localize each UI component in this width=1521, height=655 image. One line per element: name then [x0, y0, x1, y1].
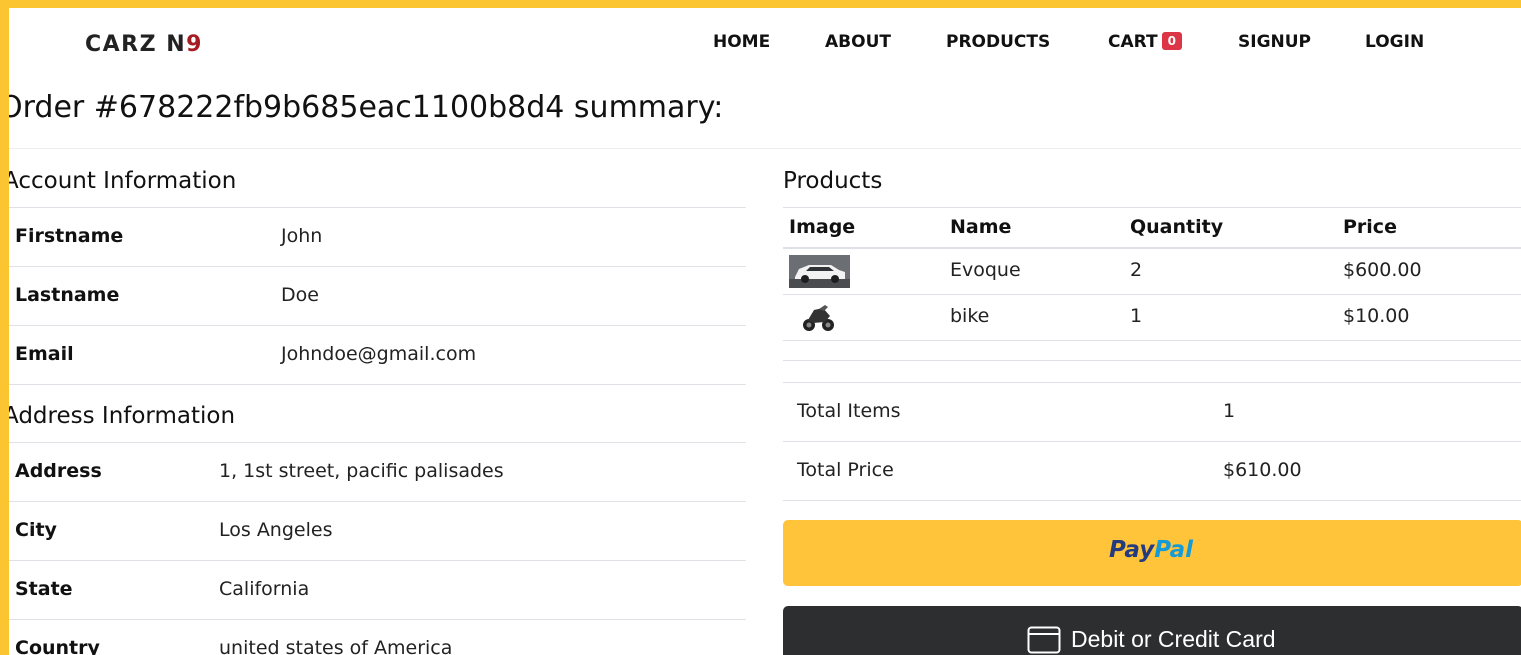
- column-header-price: Price: [1343, 216, 1397, 238]
- row-label: State: [15, 578, 73, 600]
- row-value: California: [219, 578, 310, 600]
- paypal-logo-pal: Pal: [1154, 537, 1193, 563]
- column-header-name: Name: [950, 216, 1012, 238]
- table-row: City Los Angeles: [9, 501, 746, 560]
- table-row: Address 1, 1st street, pacific palisades: [9, 442, 746, 501]
- row-label: Lastname: [15, 284, 120, 306]
- table-row: Firstname John: [9, 207, 746, 266]
- page-title: Order #678222fb9b685eac1100b8d4 summary:: [9, 90, 724, 125]
- row-label: City: [15, 519, 57, 541]
- total-items-value: 1: [1223, 400, 1236, 422]
- row-value: Johndoe@gmail.com: [281, 343, 477, 365]
- row-label: Address: [15, 460, 102, 482]
- nav-login[interactable]: LOGIN: [1365, 32, 1424, 52]
- table-row: bike 1 $10.00: [783, 295, 1521, 341]
- row-label: Country: [15, 637, 100, 655]
- brand-name: CARZ N: [85, 32, 187, 57]
- products-heading: Products: [783, 168, 883, 194]
- row-value: 1, 1st street, pacific palisades: [219, 460, 504, 482]
- brand-logo[interactable]: CARZ N9: [85, 32, 203, 57]
- credit-card-icon: [1027, 626, 1061, 654]
- nav-products[interactable]: PRODUCTS: [946, 32, 1050, 52]
- product-name: bike: [950, 305, 990, 327]
- table-row: State California: [9, 560, 746, 619]
- row-value: united states of America: [219, 637, 453, 655]
- page: CARZ N9 HOME ABOUT PRODUCTS CART 0 SIGNUP…: [9, 8, 1521, 655]
- row-label: Firstname: [15, 225, 124, 247]
- totals-table: Total Items 1 Total Price $610.00: [783, 382, 1521, 501]
- table-row: Evoque 2 $600.00: [783, 249, 1521, 295]
- table-spacer-row: [783, 341, 1521, 361]
- product-price: $10.00: [1343, 305, 1410, 327]
- nav-about[interactable]: ABOUT: [825, 32, 891, 52]
- title-divider: [9, 148, 1521, 149]
- product-price: $600.00: [1343, 259, 1422, 281]
- paypal-button[interactable]: PayPal: [783, 520, 1521, 586]
- navbar: CARZ N9 HOME ABOUT PRODUCTS CART 0 SIGNUP…: [9, 8, 1521, 80]
- table-bottom-rule: [9, 384, 746, 385]
- nav-cart-label: CART: [1108, 32, 1158, 52]
- account-heading: Account Information: [9, 168, 237, 194]
- total-items-row: Total Items 1: [783, 382, 1521, 441]
- table-row: Email Johndoe@gmail.com: [9, 325, 746, 384]
- address-table: Address 1, 1st street, pacific palisades…: [9, 442, 746, 655]
- product-quantity: 1: [1130, 305, 1143, 327]
- debit-credit-card-button[interactable]: Debit or Credit Card: [783, 606, 1521, 655]
- products-table-header: Image Name Quantity Price: [783, 207, 1521, 249]
- row-value: John: [281, 225, 323, 247]
- column-header-quantity: Quantity: [1130, 216, 1224, 238]
- nav-home[interactable]: HOME: [713, 32, 770, 52]
- table-row: Lastname Doe: [9, 266, 746, 325]
- products-table: Image Name Quantity Price Evoque 2 $600.…: [783, 207, 1521, 361]
- nav-cart[interactable]: CART 0: [1108, 32, 1182, 52]
- table-row: Country united states of America: [9, 619, 746, 655]
- total-price-row: Total Price $610.00: [783, 441, 1521, 500]
- motorbike-thumbnail-icon: [803, 305, 834, 331]
- row-label: Email: [15, 343, 74, 365]
- account-table: Firstname John Lastname Doe Email Johndo…: [9, 207, 746, 385]
- column-header-image: Image: [789, 216, 856, 238]
- nav-signup[interactable]: SIGNUP: [1238, 32, 1311, 52]
- total-price-value: $610.00: [1223, 459, 1302, 481]
- row-value: Los Angeles: [219, 519, 333, 541]
- total-price-label: Total Price: [797, 459, 894, 481]
- totals-bottom-rule: [783, 500, 1521, 501]
- cart-count-badge: 0: [1161, 32, 1182, 50]
- row-value: Doe: [281, 284, 319, 306]
- product-quantity: 2: [1130, 259, 1143, 281]
- address-heading: Address Information: [9, 403, 236, 429]
- brand-name-accent: 9: [186, 32, 203, 57]
- product-name: Evoque: [950, 259, 1021, 281]
- suv-thumbnail-icon: [789, 255, 850, 288]
- card-button-label: Debit or Credit Card: [1071, 626, 1276, 652]
- paypal-logo-pay: Pay: [1109, 537, 1155, 563]
- paypal-logo: PayPal: [1109, 537, 1193, 563]
- total-items-label: Total Items: [797, 400, 901, 422]
